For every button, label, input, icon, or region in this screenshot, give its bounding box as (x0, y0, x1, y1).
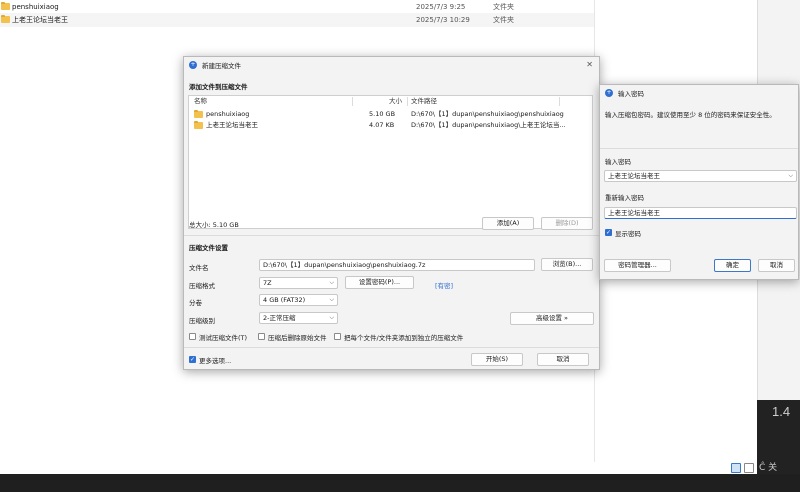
taskbar (0, 474, 800, 492)
column-header-name[interactable]: 名称 (194, 96, 207, 107)
separate-archives-checkbox[interactable] (334, 333, 341, 340)
dialog-title: 输入密码 (618, 90, 644, 98)
level-value: 2-正常压缩 (263, 314, 296, 322)
item-path: D:\670\【1】dupan\penshuixiaog\penshuixiao… (411, 110, 564, 118)
delete-original-label: 压缩后删除原始文件 (268, 334, 327, 342)
ok-button[interactable]: 确定 (714, 259, 751, 272)
section-divider (184, 235, 599, 236)
folder-icon (1, 14, 10, 23)
details-view-icon[interactable] (731, 463, 741, 473)
more-options-checkbox[interactable]: ✓ (189, 356, 196, 363)
tiles-view-icon[interactable] (744, 463, 754, 473)
section-divider (184, 347, 599, 348)
password-manager-button[interactable]: 密码管理器... (604, 259, 671, 272)
file-date: 2025/7/3 10:29 (416, 16, 470, 24)
file-name: penshuixiaog (12, 3, 59, 11)
format-select[interactable]: 7Z ⌵ (259, 277, 338, 289)
password-dialog: + 输入密码 输入压缩包密码。建议使用至少 8 位的密码来保证安全性。 输入密码… (599, 84, 799, 280)
add-files-heading: 添加文件到压缩文件 (189, 83, 248, 91)
reenter-password-field[interactable]: 上老王论坛当老王 (604, 207, 797, 219)
item-size: 5.10 GB (369, 110, 396, 118)
advanced-settings-button[interactable]: 高级设置 » (510, 312, 594, 325)
level-label: 压缩级别 (189, 317, 215, 325)
item-name: 上老王论坛当老王 (206, 121, 258, 129)
format-label: 压缩格式 (189, 282, 215, 290)
dialog-titlebar: + 输入密码 (600, 85, 798, 101)
file-type: 文件夹 (493, 3, 514, 11)
background-text: Ĉ 关 (759, 463, 778, 473)
show-password-label: 显示密码 (615, 230, 641, 238)
browse-button[interactable]: 浏览(B)... (541, 258, 593, 271)
show-password-checkbox[interactable]: ✓ (605, 229, 612, 236)
volume-label: 分卷 (189, 299, 202, 307)
total-size: 总大小: 5.10 GB (189, 221, 239, 229)
file-list[interactable]: 名称 大小 文件路径 penshuixiaog 5.10 GB D:\670\【… (188, 95, 593, 229)
list-item[interactable]: 上老王论坛当老王 4.07 KB D:\670\【1】dupan\penshui… (189, 120, 592, 131)
delete-original-checkbox[interactable] (258, 333, 265, 340)
app-icon: + (189, 61, 197, 69)
folder-icon (194, 109, 203, 118)
file-row[interactable]: penshuixiaog 2025/7/3 9:25 文件夹 (0, 0, 594, 14)
app-icon: + (605, 89, 613, 97)
dialog-title: 新建压缩文件 (202, 62, 241, 70)
test-archive-label: 测试压缩文件(T) (199, 334, 248, 342)
enter-password-label: 输入密码 (605, 158, 631, 166)
password-value: 上老王论坛当老王 (608, 172, 660, 180)
close-icon[interactable]: ✕ (586, 60, 593, 69)
add-button[interactable]: 添加(A) (482, 217, 534, 230)
dialog-titlebar: + 新建压缩文件 ✕ (184, 57, 599, 73)
create-archive-dialog: + 新建压缩文件 ✕ 添加文件到压缩文件 名称 大小 文件路径 penshuix… (183, 56, 600, 370)
column-header-path[interactable]: 文件路径 (411, 96, 437, 107)
test-archive-checkbox[interactable] (189, 333, 196, 340)
folder-icon (194, 120, 203, 129)
volume-select[interactable]: 4 GB (FAT32) ⌵ (259, 294, 338, 306)
file-type: 文件夹 (493, 16, 514, 24)
item-size: 4.07 KB (369, 121, 395, 129)
item-path: D:\670\【1】dupan\penshuixiaog\上老王论坛当... (411, 121, 566, 129)
delete-button[interactable]: 删除(D) (541, 217, 593, 230)
background-text: 1.4 (772, 404, 791, 419)
chevron-down-icon: ⌵ (329, 279, 334, 286)
volume-value: 4 GB (FAT32) (263, 296, 306, 304)
more-options-label: 更多选项... (199, 357, 232, 365)
section-divider (600, 148, 798, 149)
set-password-button[interactable]: 设置密码(P)... (345, 276, 414, 289)
file-row[interactable]: 上老王论坛当老王 2025/7/3 10:29 文件夹 (0, 13, 594, 27)
chevron-down-icon: ⌵ (329, 314, 334, 321)
format-value: 7Z (263, 279, 272, 287)
file-date: 2025/7/3 9:25 (416, 3, 466, 11)
item-name: penshuixiaog (206, 110, 250, 118)
separate-archives-label: 把每个文件/文件夹添加到独立的压缩文件 (344, 334, 464, 342)
cancel-button[interactable]: 取消 (537, 353, 589, 366)
column-divider (352, 97, 353, 106)
status-bar (0, 462, 757, 474)
password-field[interactable]: 上老王论坛当老王 ⌵ (604, 170, 797, 182)
folder-icon (1, 1, 10, 10)
password-description: 输入压缩包密码。建议使用至少 8 位的密码来保证安全性。 (605, 111, 776, 119)
filename-label: 文件名 (189, 264, 209, 272)
column-header-size[interactable]: 大小 (389, 96, 402, 107)
column-divider (559, 97, 560, 106)
file-name: 上老王论坛当老王 (12, 16, 68, 24)
chevron-down-icon: ⌵ (788, 172, 793, 179)
list-item[interactable]: penshuixiaog 5.10 GB D:\670\【1】dupan\pen… (189, 109, 592, 120)
settings-heading: 压缩文件设置 (189, 244, 228, 252)
column-divider (407, 97, 408, 106)
filename-field[interactable]: D:\670\【1】dupan\penshuixiaog\penshuixiao… (259, 259, 535, 271)
encrypted-link[interactable]: [有密] (435, 280, 453, 290)
start-button[interactable]: 开始(S) (471, 353, 523, 366)
reenter-password-label: 重新输入密码 (605, 194, 644, 202)
chevron-down-icon: ⌵ (329, 296, 334, 303)
level-select[interactable]: 2-正常压缩 ⌵ (259, 312, 338, 324)
cancel-button[interactable]: 取消 (758, 259, 795, 272)
